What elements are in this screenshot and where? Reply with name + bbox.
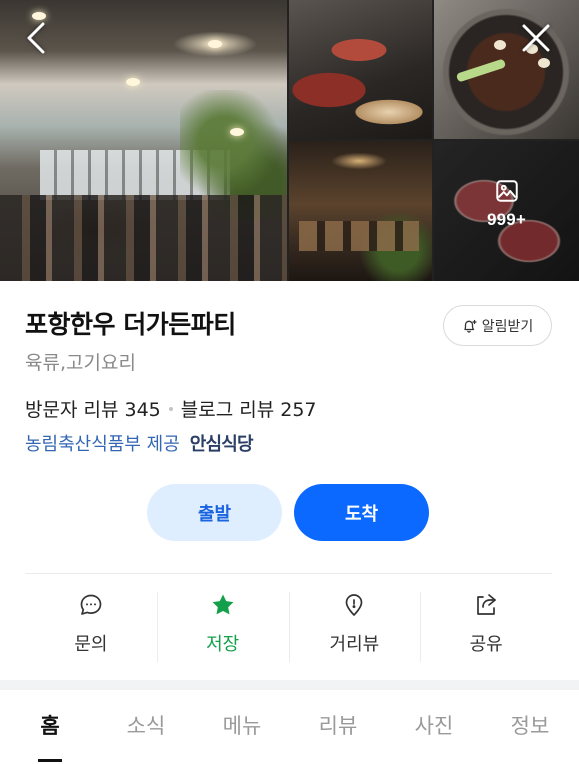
- back-button[interactable]: [16, 18, 56, 58]
- share-button[interactable]: 공유: [420, 590, 552, 662]
- map-pin-icon: [346, 594, 363, 616]
- review-summary: 방문자 리뷰 345 블로그 리뷰 257: [25, 395, 317, 422]
- place-name: 포항한우 더가든파티: [25, 310, 236, 339]
- more-photos-button[interactable]: 999+: [434, 141, 579, 281]
- quick-actions: 문의 저장 거리뷰 공유: [25, 590, 552, 662]
- photo-grilled-beef[interactable]: [289, 0, 432, 139]
- safe-restaurant-info[interactable]: 농림축산식품부 제공 안심식당: [25, 430, 254, 456]
- photo-beef-pan[interactable]: [434, 0, 579, 139]
- arrive-button[interactable]: 도착: [294, 484, 429, 541]
- share-icon: [477, 594, 496, 615]
- tab-reviews[interactable]: 리뷰: [290, 690, 386, 764]
- depart-button[interactable]: 출발: [147, 484, 282, 541]
- chevron-left-icon: [27, 22, 45, 54]
- inquiry-button[interactable]: 문의: [25, 590, 157, 662]
- tab-news[interactable]: 소식: [98, 690, 194, 764]
- star-icon: [212, 594, 234, 615]
- tab-photos[interactable]: 사진: [386, 690, 482, 764]
- divider: [25, 573, 552, 574]
- image-icon: [495, 180, 518, 202]
- blog-review-link[interactable]: 블로그 리뷰 257: [181, 395, 317, 422]
- safe-restaurant-badge: 안심식당: [189, 434, 254, 455]
- place-category: 육류,고기요리: [25, 352, 136, 374]
- visitor-review-link[interactable]: 방문자 리뷰 345: [25, 395, 161, 422]
- photo-dining-hall[interactable]: [289, 141, 432, 281]
- close-button[interactable]: [516, 18, 556, 58]
- bell-plus-icon: [464, 319, 477, 333]
- close-icon: [522, 24, 550, 52]
- save-button[interactable]: 저장: [156, 590, 289, 662]
- more-photos-count: 999+: [486, 210, 527, 229]
- alarm-label: 알림받기: [481, 318, 534, 335]
- tab-home[interactable]: 홈: [2, 690, 98, 764]
- provider-text: 농림축산식품부 제공: [25, 434, 180, 455]
- street-view-label: 거리뷰: [329, 634, 380, 655]
- inquiry-label: 문의: [74, 634, 108, 655]
- separator-dot: [168, 406, 173, 411]
- street-view-button[interactable]: 거리뷰: [288, 590, 421, 662]
- save-label: 저장: [206, 634, 240, 655]
- section-gap: [0, 680, 579, 690]
- tab-info[interactable]: 정보: [482, 690, 578, 764]
- chat-bubble-icon: [80, 594, 102, 615]
- alarm-button[interactable]: 알림받기: [443, 305, 552, 346]
- tab-bar: 홈 소식 메뉴 리뷰 사진 정보: [0, 690, 579, 764]
- tab-menu[interactable]: 메뉴: [194, 690, 290, 764]
- share-label: 공유: [469, 634, 503, 655]
- photo-gallery[interactable]: 999+: [0, 0, 579, 281]
